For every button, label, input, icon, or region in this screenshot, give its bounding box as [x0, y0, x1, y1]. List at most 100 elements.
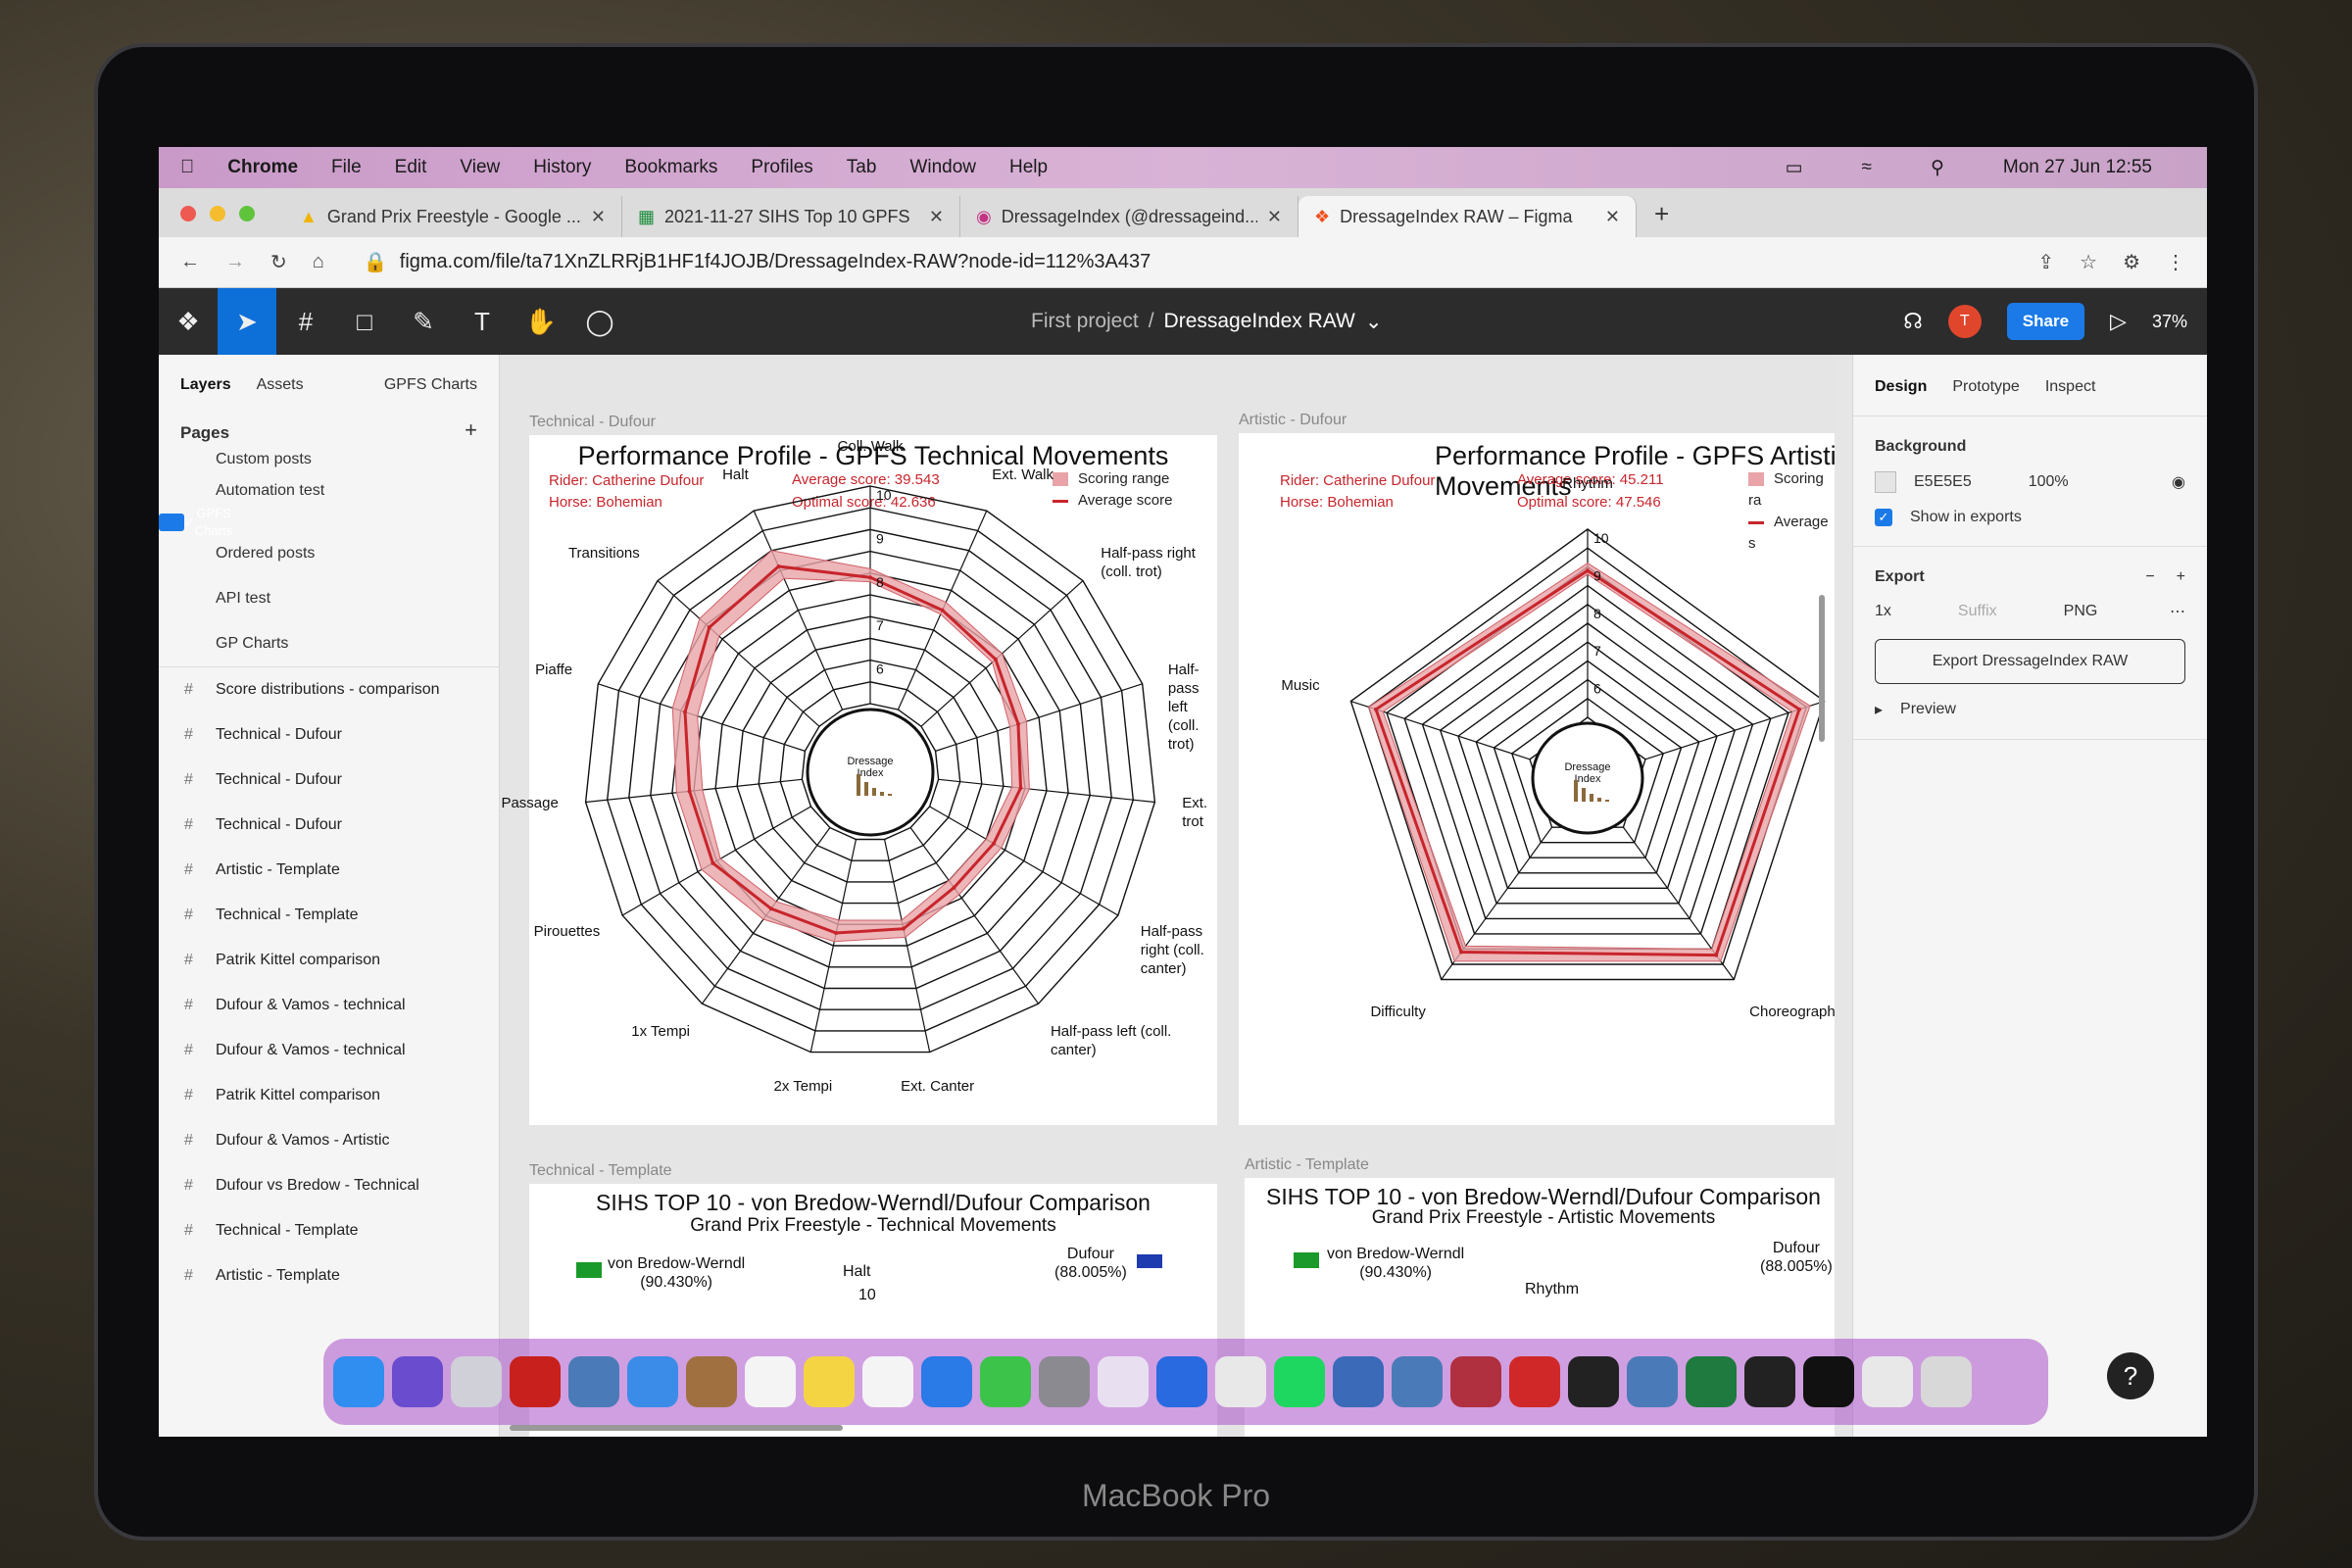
- close-tab-icon[interactable]: ✕: [1605, 207, 1620, 227]
- share-page-icon[interactable]: ⇪: [2037, 250, 2054, 274]
- comment-tool-icon[interactable]: ◯: [570, 288, 629, 355]
- share-button[interactable]: Share: [2006, 303, 2085, 340]
- project-name[interactable]: First project: [1031, 310, 1139, 333]
- move-tool-icon[interactable]: ➤: [218, 288, 276, 355]
- bookmark-star-icon[interactable]: ☆: [2080, 250, 2097, 274]
- search-icon[interactable]: ⚲: [1931, 157, 1944, 179]
- menu-edit[interactable]: Edit: [395, 157, 427, 178]
- frame-layer[interactable]: # Technical - Template: [159, 893, 499, 938]
- clock[interactable]: Mon 27 Jun 12:55: [2003, 157, 2152, 178]
- pen-tool-icon[interactable]: ✎: [394, 288, 453, 355]
- frame-layer[interactable]: # Technical - Dufour: [159, 712, 499, 758]
- show-exports-checkbox[interactable]: ✓: [1875, 509, 1892, 526]
- plus-icon[interactable]: +: [2177, 568, 2185, 586]
- close-tab-icon[interactable]: ✕: [929, 207, 944, 227]
- forward-icon[interactable]: →: [225, 251, 245, 273]
- avatar[interactable]: T: [1947, 305, 1982, 338]
- spotify-icon[interactable]: [1274, 1356, 1325, 1407]
- bg-hex-input[interactable]: E5E5E5: [1914, 473, 1972, 491]
- frame-layer[interactable]: # Technical - Template: [159, 1208, 499, 1253]
- zoom-window-button[interactable]: [239, 206, 255, 221]
- hand-tool-icon[interactable]: ✋: [512, 288, 570, 355]
- document-icon[interactable]: [1862, 1356, 1913, 1407]
- tableau-icon[interactable]: [568, 1356, 619, 1407]
- battery-icon[interactable]: ▭: [1786, 157, 1803, 179]
- remote-desktop-icon[interactable]: [1509, 1356, 1560, 1407]
- frame-layer[interactable]: # Artistic - Template: [159, 848, 499, 893]
- menu-dots-icon[interactable]: ⋮: [2166, 250, 2185, 274]
- tableau-reader-icon[interactable]: [1627, 1356, 1678, 1407]
- minus-icon[interactable]: −: [2145, 568, 2154, 586]
- back-icon[interactable]: ←: [180, 251, 200, 273]
- page-item[interactable]: API test: [159, 576, 499, 621]
- eye-icon[interactable]: ◉: [2172, 472, 2185, 492]
- frame-layer[interactable]: # Dufour & Vamos - technical: [159, 983, 499, 1028]
- frame-layer[interactable]: # Technical - Dufour: [159, 758, 499, 803]
- preview-label[interactable]: Preview: [1900, 701, 1956, 718]
- frame-label[interactable]: Technical - Dufour: [529, 414, 656, 431]
- text-tool-icon[interactable]: T: [453, 288, 512, 355]
- 1password-icon[interactable]: [1156, 1356, 1207, 1407]
- notes-icon[interactable]: [804, 1356, 855, 1407]
- slack-icon[interactable]: [1098, 1356, 1149, 1407]
- export-button[interactable]: Export DressageIndex RAW: [1875, 639, 2185, 684]
- frame-layer[interactable]: # Patrik Kittel comparison: [159, 938, 499, 983]
- frame-label[interactable]: Artistic - Template: [1245, 1156, 1369, 1174]
- wifi-icon[interactable]: ≈: [1862, 157, 1872, 178]
- tab-inspect[interactable]: Inspect: [2045, 378, 2096, 396]
- page-item[interactable]: GP Charts: [159, 621, 499, 666]
- finder-icon[interactable]: [333, 1356, 384, 1407]
- frame-layer[interactable]: # Technical - Dufour: [159, 803, 499, 848]
- reload-icon[interactable]: ↻: [270, 250, 287, 274]
- tableau-prep-icon[interactable]: [1392, 1356, 1443, 1407]
- terminal-icon[interactable]: [1744, 1356, 1795, 1407]
- page-selector[interactable]: GPFS Charts: [384, 376, 477, 394]
- vertical-scrollbar[interactable]: [1819, 595, 1825, 742]
- page-item-selected[interactable]: ✓ GPFS Charts: [159, 506, 232, 538]
- extensions-icon[interactable]: ⚙: [2123, 250, 2140, 274]
- frame-label[interactable]: Technical - Template: [529, 1162, 672, 1180]
- color-swatch[interactable]: [1875, 471, 1896, 493]
- close-window-button[interactable]: [180, 206, 196, 221]
- home-icon[interactable]: ⌂: [313, 251, 324, 273]
- settings-icon[interactable]: [1039, 1356, 1090, 1407]
- messages-icon[interactable]: [980, 1356, 1031, 1407]
- close-tab-icon[interactable]: ✕: [1267, 207, 1282, 227]
- menu-help[interactable]: Help: [1009, 157, 1048, 178]
- headphones-icon[interactable]: ☊: [1903, 309, 1923, 334]
- figma-menu-icon[interactable]: ❖: [159, 288, 218, 355]
- mail-icon[interactable]: [627, 1356, 678, 1407]
- art-chart-frame[interactable]: Performance Profile - GPFS Artistic Move…: [1239, 433, 1835, 1125]
- trash-icon[interactable]: [1921, 1356, 1972, 1407]
- format-select[interactable]: PNG: [2064, 603, 2098, 620]
- apple-tv-icon[interactable]: [1803, 1356, 1854, 1407]
- browser-tab-active[interactable]: ❖ DressageIndex RAW – Figma ✕: [1298, 196, 1637, 237]
- menu-file[interactable]: File: [331, 157, 362, 178]
- chrome-icon[interactable]: [1215, 1356, 1266, 1407]
- r-icon[interactable]: [1333, 1356, 1384, 1407]
- reminders-icon[interactable]: [862, 1356, 913, 1407]
- launchpad-icon[interactable]: [451, 1356, 502, 1407]
- browser-tab[interactable]: ▲ Grand Prix Freestyle - Google ... ✕: [284, 196, 622, 237]
- tab-assets[interactable]: Assets: [257, 376, 304, 394]
- menu-profiles[interactable]: Profiles: [751, 157, 812, 178]
- zoom-level[interactable]: 37%: [2152, 312, 2187, 332]
- database-icon[interactable]: [1450, 1356, 1501, 1407]
- caret-right-icon[interactable]: ▸: [1875, 700, 1883, 719]
- menu-window[interactable]: Window: [909, 157, 976, 178]
- close-tab-icon[interactable]: ✕: [591, 207, 606, 227]
- siri-icon[interactable]: [392, 1356, 443, 1407]
- calendar-icon[interactable]: [745, 1356, 796, 1407]
- tab-prototype[interactable]: Prototype: [1952, 378, 2019, 396]
- more-options-icon[interactable]: ⋯: [2170, 602, 2185, 621]
- add-page-icon[interactable]: +: [465, 417, 477, 443]
- github-icon[interactable]: [1568, 1356, 1619, 1407]
- frame-layer[interactable]: # Dufour & Vamos - Artistic: [159, 1118, 499, 1163]
- excel-icon[interactable]: [1686, 1356, 1737, 1407]
- file-name[interactable]: DressageIndex RAW: [1164, 310, 1355, 333]
- tech-chart-frame[interactable]: Performance Profile - GPFS Technical Mov…: [501, 435, 1217, 1125]
- frame-layer[interactable]: # Artistic - Template: [159, 1253, 499, 1298]
- menu-bookmarks[interactable]: Bookmarks: [624, 157, 717, 178]
- suffix-input[interactable]: Suffix: [1958, 603, 1997, 620]
- minimize-window-button[interactable]: [210, 206, 225, 221]
